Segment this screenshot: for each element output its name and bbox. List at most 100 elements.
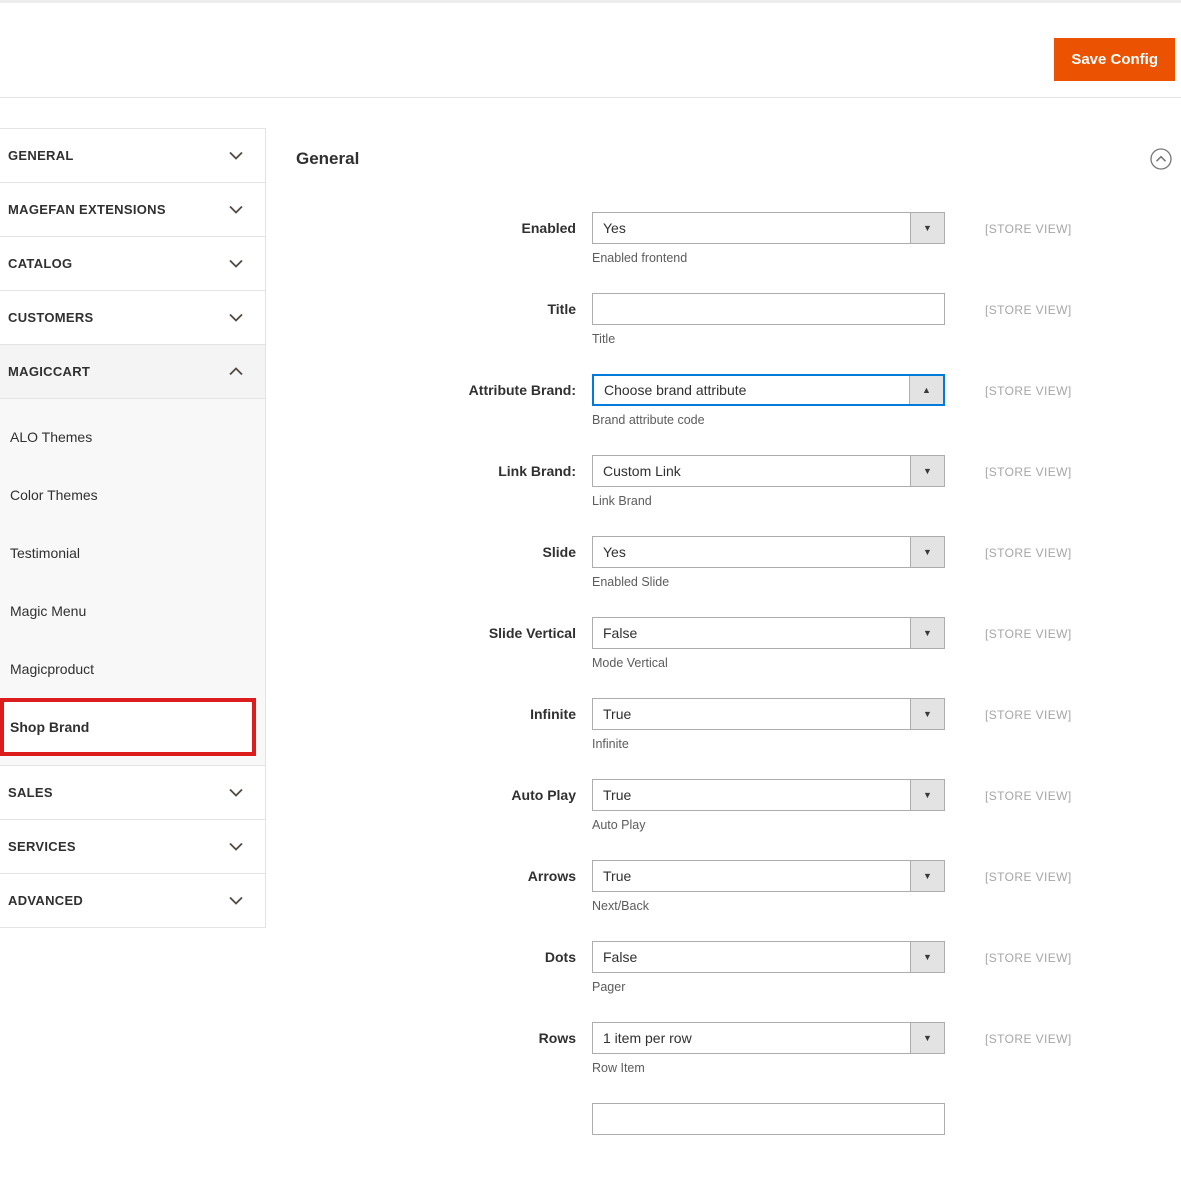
field-label: Slide Vertical [488,625,576,641]
select-value: Yes [603,544,626,560]
field-helper: Link Brand [592,494,652,508]
sidebar-item-label: Testimonial [10,545,81,561]
sidebar-item-label: Magicproduct [10,661,95,677]
sidebar-item-magic-menu[interactable]: Magic Menu [0,582,265,640]
store-config-page: Save Config GENERAL MAGEFAN EXTENSIONS CAT… [0,0,1181,1135]
scope-label: [STORE VIEW] [985,384,1072,398]
select-enabled[interactable]: Yes ▼ [592,212,945,244]
field-label [296,1103,576,1111]
sidebar-section-services[interactable]: SERVICES [0,820,265,874]
caret-down-icon[interactable]: ▼ [910,537,944,567]
sidebar-section-label: SALES [8,785,53,800]
select-auto-play[interactable]: True ▼ [592,779,945,811]
field-row-infinite: Infinite True ▼ Infinite [STORE VIEW] [296,698,1181,779]
text-input[interactable] [593,294,944,324]
select-value: Choose brand attribute [604,382,747,398]
caret-up-icon[interactable]: ▲ [909,376,943,404]
text-field-partial[interactable] [592,1103,945,1135]
field-control: True ▼ Next/Back [592,860,945,913]
sidebar-section-label: MAGICCART [8,364,91,379]
text-field-title[interactable] [592,293,945,325]
sidebar-item-label: Magic Menu [10,603,87,619]
select-value: Custom Link [603,463,681,479]
sidebar-section-customers[interactable]: CUSTOMERS [0,291,265,345]
select-value: 1 item per row [603,1030,692,1046]
select-value: True [603,787,632,803]
field-row-partial [296,1103,1181,1184]
field-control: Custom Link ▼ Link Brand [592,455,945,508]
select-link-brand[interactable]: Custom Link ▼ [592,455,945,487]
page-header: Save Config [0,3,1181,98]
field-helper: Brand attribute code [592,413,705,427]
sidebar-section-magiccart[interactable]: MAGICCART [0,345,265,399]
save-config-button[interactable]: Save Config [1054,38,1175,81]
select-arrows[interactable]: True ▼ [592,860,945,892]
field-row-rows: Rows 1 item per row ▼ Row Item [STORE VIEW] [296,1022,1181,1103]
field-label: Slide [542,544,576,560]
caret-down-icon[interactable]: ▼ [910,213,944,243]
field-helper: Next/Back [592,899,649,913]
config-main-panel: General Enabled Yes ▼ Enabled frontend [STOR… [267,128,1181,1135]
field-helper: Auto Play [592,818,646,832]
select-rows[interactable]: 1 item per row ▼ [592,1022,945,1054]
caret-down-icon[interactable]: ▼ [910,618,944,648]
field-control: Yes ▼ Enabled Slide [592,536,945,589]
chevron-down-icon [229,842,243,851]
field-label: Auto Play [511,787,576,803]
field-row-enabled: Enabled Yes ▼ Enabled frontend [STORE VIEW] [296,212,1181,293]
field-control: False ▼ Mode Vertical [592,617,945,670]
caret-down-icon[interactable]: ▼ [910,861,944,891]
select-slide-vertical[interactable]: False ▼ [592,617,945,649]
field-label: Link Brand: [498,463,576,479]
collapse-section-icon[interactable] [1150,148,1172,170]
sidebar-section-label: SERVICES [8,839,76,854]
scope-label: [STORE VIEW] [985,222,1072,236]
field-row-arrows: Arrows True ▼ Next/Back [STORE VIEW] [296,860,1181,941]
select-slide[interactable]: Yes ▼ [592,536,945,568]
chevron-down-icon [229,151,243,160]
sidebar-item-magicproduct[interactable]: Magicproduct [0,640,265,698]
caret-down-icon[interactable]: ▼ [910,699,944,729]
sidebar-item-color-themes[interactable]: Color Themes [0,466,265,524]
sidebar-item-shop-brand[interactable]: Shop Brand [0,698,256,756]
scope-label: [STORE VIEW] [985,1032,1072,1046]
field-row-dots: Dots False ▼ Pager [STORE VIEW] [296,941,1181,1022]
section-title: General [296,149,360,168]
field-label: Rows [538,1030,576,1046]
field-helper: Enabled Slide [592,575,670,589]
caret-down-icon[interactable]: ▼ [910,780,944,810]
sidebar-section-catalog[interactable]: CATALOG [0,237,265,291]
sidebar-section-magefan-extensions[interactable]: MAGEFAN EXTENSIONS [0,183,265,237]
caret-down-icon[interactable]: ▼ [910,456,944,486]
sidebar-section-label: GENERAL [8,148,74,163]
scope-label: [STORE VIEW] [985,870,1072,884]
select-infinite[interactable]: True ▼ [592,698,945,730]
field-label: Title [547,301,576,317]
select-attribute-brand[interactable]: Choose brand attribute ▲ [592,374,945,406]
sidebar-section-advanced[interactable]: ADVANCED [0,874,265,928]
scope-label: [STORE VIEW] [985,303,1072,317]
chevron-down-icon [229,788,243,797]
sidebar-item-testimonial[interactable]: Testimonial [0,524,265,582]
caret-down-icon[interactable]: ▼ [910,1023,944,1053]
sidebar-section-general[interactable]: GENERAL [0,129,265,183]
scope-label: [STORE VIEW] [985,627,1072,641]
sidebar-item-alo-themes[interactable]: ALO Themes [0,408,265,466]
field-control: 1 item per row ▼ Row Item [592,1022,945,1075]
caret-down-icon[interactable]: ▼ [910,942,944,972]
sidebar-subnav: ALO Themes Color Themes Testimonial Magic M… [0,399,265,766]
sidebar-item-label: Color Themes [10,487,98,503]
field-label: Enabled [521,220,576,236]
sidebar-section-label: CATALOG [8,256,73,271]
sidebar-item-label: ALO Themes [10,429,93,445]
select-value: True [603,868,632,884]
field-row-auto-play: Auto Play True ▼ Auto Play [STORE VIEW] [296,779,1181,860]
scope-label: [STORE VIEW] [985,951,1072,965]
field-control [592,1103,945,1135]
config-sidebar: GENERAL MAGEFAN EXTENSIONS CATALOG CUSTOMER… [0,128,266,928]
sidebar-section-label: ADVANCED [8,893,84,908]
field-control: True ▼ Auto Play [592,779,945,832]
sidebar-section-sales[interactable]: SALES [0,766,265,820]
select-dots[interactable]: False ▼ [592,941,945,973]
scope-label: [STORE VIEW] [985,789,1072,803]
